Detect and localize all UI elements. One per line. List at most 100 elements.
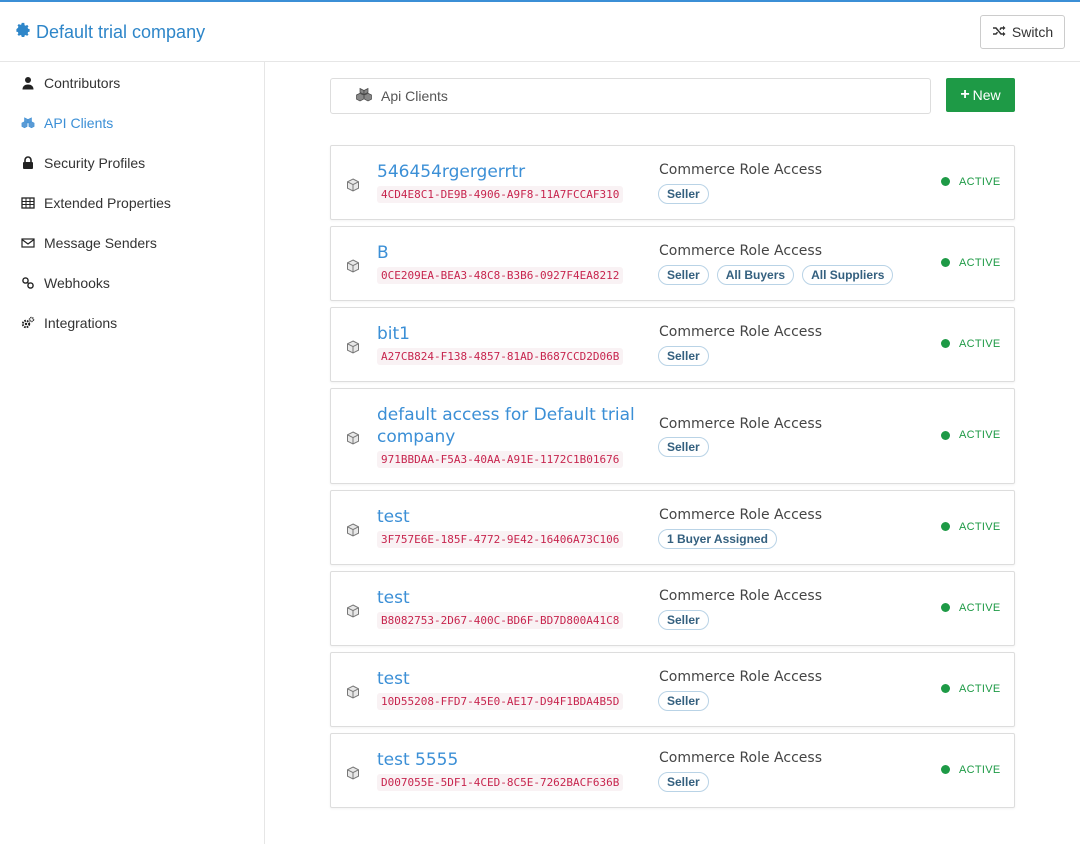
role-badge: All Suppliers xyxy=(802,265,894,285)
cube-icon xyxy=(346,339,360,354)
switch-button[interactable]: Switch xyxy=(980,15,1065,49)
sidebar-item-security-profiles[interactable]: Security Profiles xyxy=(20,153,145,173)
role-access-title: Commerce Role Access xyxy=(659,588,822,604)
api-clients-search[interactable]: Api Clients xyxy=(330,78,931,114)
cube-icon xyxy=(346,603,360,618)
api-client-name[interactable]: B xyxy=(377,242,647,264)
shuffle-icon xyxy=(992,24,1006,41)
sidebar-item-label: Contributors xyxy=(44,75,121,91)
api-client-name[interactable]: test xyxy=(377,506,647,528)
api-client-card[interactable]: 546454rgergerrtr 4CD4E8C1-DE9B-4906-A9F8-… xyxy=(330,145,1015,220)
sidebar-item-message-senders[interactable]: Message Senders xyxy=(20,233,157,253)
sidebar-item-label: Message Senders xyxy=(44,235,157,251)
sidebar-item-api-clients[interactable]: API Clients xyxy=(20,113,113,133)
status-dot-icon xyxy=(941,430,950,440)
status-dot-icon xyxy=(941,177,950,186)
link-icon xyxy=(20,275,36,291)
status-badge: ACTIVE xyxy=(941,338,1001,350)
role-badges: Seller xyxy=(658,346,709,366)
table-icon xyxy=(20,195,36,211)
role-access-title: Commerce Role Access xyxy=(659,507,822,523)
new-api-client-button[interactable]: + New xyxy=(946,78,1015,112)
sidebar-item-label: Integrations xyxy=(44,315,118,331)
new-button-label: New xyxy=(972,87,1001,103)
role-badge: Seller xyxy=(658,184,709,204)
cube-icon xyxy=(346,684,360,699)
cogs-icon xyxy=(20,315,36,331)
sidebar-item-label: API Clients xyxy=(44,115,114,131)
status-badge: ACTIVE xyxy=(941,683,1001,695)
role-badges: Seller xyxy=(658,772,709,792)
api-client-id: A27CB824-F138-4857-81AD-B687CCD2D06B xyxy=(377,348,624,365)
role-access-title: Commerce Role Access xyxy=(659,750,822,766)
cube-icon xyxy=(346,258,360,273)
app-header: Default trial company Switch xyxy=(0,2,1080,62)
status-dot-icon xyxy=(941,603,950,612)
status-dot-icon xyxy=(941,339,950,348)
status-label: ACTIVE xyxy=(959,763,1001,776)
gear-icon xyxy=(15,22,31,43)
switch-label: Switch xyxy=(1011,24,1054,40)
sidebar-item-webhooks[interactable]: Webhooks xyxy=(20,273,110,293)
role-access-title: Commerce Role Access xyxy=(659,669,822,685)
api-client-name[interactable]: bit1 xyxy=(377,323,647,345)
api-client-name[interactable]: test xyxy=(377,587,647,609)
lock-icon xyxy=(20,155,36,171)
sidebar-item-label: Extended Properties xyxy=(44,195,171,211)
api-client-name[interactable]: 546454rgergerrtr xyxy=(377,161,647,183)
search-label: Api Clients xyxy=(381,88,448,104)
status-badge: ACTIVE xyxy=(941,602,1001,614)
status-label: ACTIVE xyxy=(959,256,1001,269)
api-client-name[interactable]: default access for Default trial company xyxy=(377,404,647,448)
company-brand[interactable]: Default trial company xyxy=(15,22,205,43)
api-client-id: 3F757E6E-185F-4772-9E42-16406A73C106 xyxy=(377,531,624,548)
status-label: ACTIVE xyxy=(959,601,1001,614)
api-client-card[interactable]: default access for Default trial company… xyxy=(330,388,1015,484)
role-badges: Seller xyxy=(658,437,709,457)
sidebar-item-contributors[interactable]: Contributors xyxy=(20,73,120,93)
api-client-id: D007055E-5DF1-4CED-8C5E-7262BACF636B xyxy=(377,774,624,791)
api-client-card[interactable]: test 10D55208-FFD7-45E0-AE17-D94F1BDA4B5D… xyxy=(330,652,1015,727)
status-label: ACTIVE xyxy=(959,175,1001,188)
api-client-card[interactable]: test B8082753-2D67-400C-BD6F-BD7D800A41C8… xyxy=(330,571,1015,646)
api-client-card[interactable]: test 3F757E6E-185F-4772-9E42-16406A73C106… xyxy=(330,490,1015,565)
api-client-name[interactable]: test 5555 xyxy=(377,749,647,771)
role-access-title: Commerce Role Access xyxy=(659,416,822,432)
role-access-title: Commerce Role Access xyxy=(659,324,822,340)
status-label: ACTIVE xyxy=(959,429,1001,441)
sidebar-item-extended-properties[interactable]: Extended Properties xyxy=(20,193,171,213)
api-client-card[interactable]: B 0CE209EA-BEA3-48C8-B3B6-0927F4EA8212 Com… xyxy=(330,226,1015,301)
status-label: ACTIVE xyxy=(959,520,1001,533)
status-label: ACTIVE xyxy=(959,337,1001,350)
role-badge: Seller xyxy=(658,265,709,285)
sidebar: Contributors API Clients Security Profil… xyxy=(0,62,265,844)
plus-icon: + xyxy=(960,86,970,103)
role-badges: Seller xyxy=(658,610,709,630)
sidebar-item-label: Webhooks xyxy=(44,275,110,291)
cubes-icon xyxy=(20,115,36,131)
role-access-title: Commerce Role Access xyxy=(659,243,822,259)
cubes-icon xyxy=(355,87,381,106)
sidebar-item-integrations[interactable]: Integrations xyxy=(20,313,117,333)
api-client-id: 10D55208-FFD7-45E0-AE17-D94F1BDA4B5D xyxy=(377,693,624,710)
api-client-id: 0CE209EA-BEA3-48C8-B3B6-0927F4EA8212 xyxy=(377,267,624,284)
status-badge: ACTIVE xyxy=(941,764,1001,776)
role-badge: Seller xyxy=(658,346,709,366)
api-client-card[interactable]: test 5555 D007055E-5DF1-4CED-8C5E-7262BAC… xyxy=(330,733,1015,808)
api-client-id: B8082753-2D67-400C-BD6F-BD7D800A41C8 xyxy=(377,612,624,629)
status-label: ACTIVE xyxy=(959,682,1001,695)
role-badges: Seller xyxy=(658,691,709,711)
cube-icon xyxy=(346,522,360,537)
user-icon xyxy=(20,75,36,91)
sidebar-item-label: Security Profiles xyxy=(44,155,146,171)
envelope-icon xyxy=(20,235,36,251)
api-client-name[interactable]: test xyxy=(377,668,647,690)
api-client-card[interactable]: bit1 A27CB824-F138-4857-81AD-B687CCD2D06B… xyxy=(330,307,1015,382)
api-client-id: 971BBDAA-F5A3-40AA-A91E-1172C1B01676 xyxy=(377,451,624,468)
role-badge: All Buyers xyxy=(716,265,795,285)
api-client-id: 4CD4E8C1-DE9B-4906-A9F8-11A7FCCAF310 xyxy=(377,186,624,203)
status-badge: ACTIVE xyxy=(941,429,1001,441)
status-dot-icon xyxy=(941,765,950,774)
role-badge: Seller xyxy=(658,610,709,630)
status-dot-icon xyxy=(941,258,950,267)
